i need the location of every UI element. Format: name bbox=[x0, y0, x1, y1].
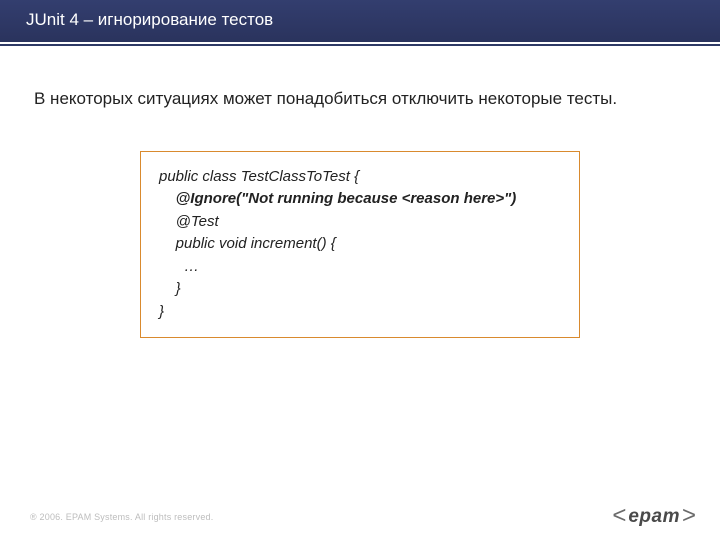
footer-copyright: ® 2006. EPAM Systems. All rights reserve… bbox=[30, 512, 213, 522]
angle-left-icon: < bbox=[612, 504, 626, 528]
body-paragraph: В некоторых ситуациях может понадобиться… bbox=[0, 68, 720, 111]
code-example: public class TestClassToTest { @Ignore("… bbox=[140, 151, 580, 339]
code-line: @Test bbox=[159, 211, 563, 234]
slide-title: JUnit 4 – игнорирование тестов bbox=[0, 0, 720, 42]
code-line: … bbox=[159, 256, 563, 279]
code-line: @Ignore("Not running because <reason her… bbox=[159, 188, 563, 211]
logo: < epam > bbox=[612, 504, 696, 528]
code-line: public void increment() { bbox=[159, 233, 563, 256]
code-line: } bbox=[159, 278, 563, 301]
code-line: } bbox=[159, 301, 563, 324]
angle-right-icon: > bbox=[682, 504, 696, 528]
logo-text: epam bbox=[628, 506, 680, 528]
code-line: public class TestClassToTest { bbox=[159, 166, 563, 189]
